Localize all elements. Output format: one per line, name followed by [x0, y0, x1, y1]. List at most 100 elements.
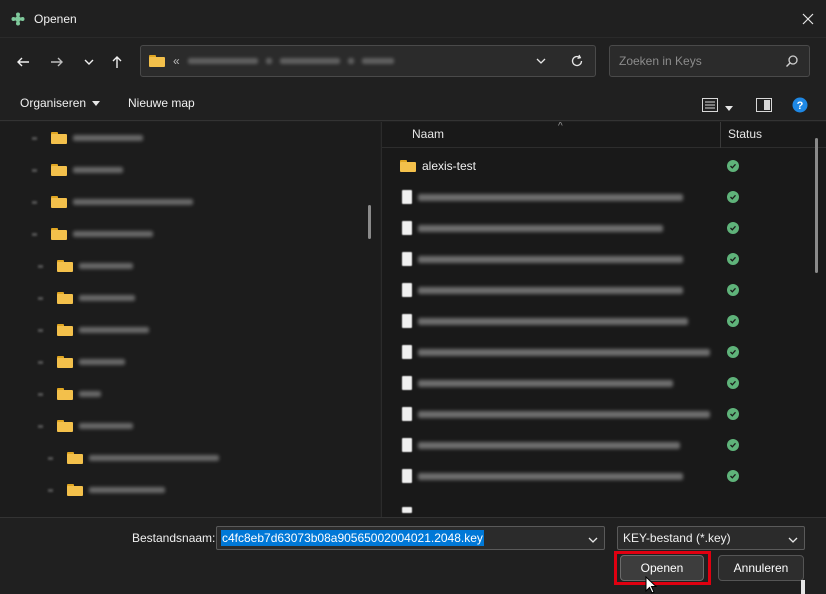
tree-item[interactable]	[32, 129, 143, 147]
file-icon	[402, 314, 412, 328]
tree-item[interactable]	[48, 449, 219, 467]
list-item[interactable]	[382, 186, 817, 208]
address-bar[interactable]: «	[140, 45, 596, 77]
nav-scrollbar[interactable]	[368, 205, 371, 239]
list-item[interactable]	[382, 341, 817, 363]
navigation-pane	[0, 122, 380, 517]
folder-icon	[51, 228, 67, 240]
chevron-down-icon[interactable]	[788, 534, 798, 548]
folder-icon	[51, 196, 67, 208]
overflow-icon[interactable]: «	[173, 54, 180, 68]
file-icon	[402, 221, 412, 235]
chevron-down-icon	[92, 96, 101, 110]
sync-ok-icon	[727, 346, 739, 358]
search-input[interactable]: Zoeken in Keys	[609, 45, 810, 77]
folder-icon	[57, 420, 73, 432]
new-folder-label: Nieuwe map	[128, 96, 195, 110]
filename-input[interactable]: c4fc8eb7d63073b08a90565002004021.2048.ke…	[216, 526, 605, 550]
svg-text:?: ?	[797, 100, 804, 112]
tree-item[interactable]	[38, 385, 101, 403]
cancel-button[interactable]: Annuleren	[718, 555, 804, 581]
cancel-label: Annuleren	[733, 561, 789, 575]
refresh-icon[interactable]	[570, 54, 584, 71]
sync-ok-icon	[727, 470, 739, 482]
file-icon	[402, 190, 412, 204]
window-title: Openen	[34, 11, 77, 26]
list-item[interactable]	[382, 248, 817, 270]
sync-ok-icon	[727, 315, 739, 327]
sync-ok-icon	[727, 377, 739, 389]
preview-pane-icon[interactable]	[756, 98, 772, 115]
sync-ok-icon	[727, 222, 739, 234]
list-item[interactable]	[382, 434, 817, 456]
mouse-cursor-icon	[645, 575, 658, 594]
chevron-down-icon[interactable]	[588, 534, 598, 548]
file-icon	[402, 469, 412, 483]
folder-icon	[149, 55, 165, 67]
list-item[interactable]	[382, 279, 817, 301]
search-placeholder: Zoeken in Keys	[619, 54, 702, 68]
app-icon	[10, 11, 26, 27]
file-list-scrollbar[interactable]	[815, 138, 818, 273]
tree-item[interactable]	[32, 161, 123, 179]
new-folder-button[interactable]: Nieuwe map	[128, 96, 195, 110]
tree-item[interactable]	[38, 353, 125, 371]
list-item[interactable]: alexis-test	[382, 155, 817, 177]
file-icon	[402, 345, 412, 359]
folder-icon	[57, 388, 73, 400]
forward-icon[interactable]	[46, 51, 68, 73]
search-icon[interactable]	[785, 54, 799, 71]
breadcrumb-separator	[347, 58, 354, 64]
column-status[interactable]: Status	[728, 127, 762, 141]
breadcrumb-segment[interactable]	[279, 58, 340, 64]
organize-button[interactable]: Organiseren	[20, 96, 101, 110]
file-icon	[402, 407, 412, 421]
view-dropdown-icon[interactable]	[725, 101, 733, 115]
folder-icon	[67, 452, 83, 464]
list-item[interactable]	[382, 494, 817, 516]
close-icon[interactable]	[798, 9, 818, 29]
folder-icon	[57, 324, 73, 336]
tree-item[interactable]	[38, 321, 149, 339]
up-icon[interactable]	[106, 51, 128, 73]
tree-item[interactable]	[32, 193, 193, 211]
sync-ok-icon	[727, 408, 739, 420]
sort-caret-icon: ^	[558, 122, 563, 132]
list-item[interactable]	[382, 403, 817, 425]
open-button[interactable]: Openen	[620, 555, 704, 581]
folder-icon	[400, 160, 416, 172]
tree-item[interactable]	[38, 289, 135, 307]
breadcrumb-segment[interactable]	[361, 58, 394, 64]
organize-label: Organiseren	[20, 96, 87, 110]
filename-value[interactable]: c4fc8eb7d63073b08a90565002004021.2048.ke…	[221, 530, 484, 546]
column-divider[interactable]	[720, 122, 721, 148]
back-icon[interactable]	[12, 51, 34, 73]
sync-ok-icon	[727, 253, 739, 265]
tree-item[interactable]	[32, 225, 153, 243]
list-item[interactable]	[382, 310, 817, 332]
dropdown-icon[interactable]	[78, 51, 100, 73]
filetype-select[interactable]: KEY-bestand (*.key)	[617, 526, 805, 550]
tree-item[interactable]	[38, 257, 133, 275]
sync-ok-icon	[727, 439, 739, 451]
resize-grip[interactable]	[801, 580, 805, 594]
folder-icon	[57, 292, 73, 304]
folder-name: alexis-test	[422, 159, 477, 173]
tree-item[interactable]	[38, 417, 133, 435]
file-icon	[402, 376, 412, 390]
open-label: Openen	[640, 561, 684, 575]
list-item[interactable]	[382, 465, 817, 487]
tree-item[interactable]	[48, 481, 165, 499]
breadcrumb-segment[interactable]	[187, 58, 258, 64]
file-icon	[402, 252, 412, 266]
folder-icon	[57, 260, 73, 272]
list-item[interactable]	[382, 372, 817, 394]
filetype-value: KEY-bestand (*.key)	[623, 531, 731, 545]
help-icon[interactable]: ?	[792, 97, 808, 116]
sync-ok-icon	[727, 191, 739, 203]
column-name[interactable]: Naam	[412, 127, 444, 141]
chevron-down-icon[interactable]	[536, 55, 546, 69]
list-item[interactable]	[382, 217, 817, 239]
view-icon[interactable]	[702, 98, 718, 115]
breadcrumb-separator	[265, 58, 272, 64]
